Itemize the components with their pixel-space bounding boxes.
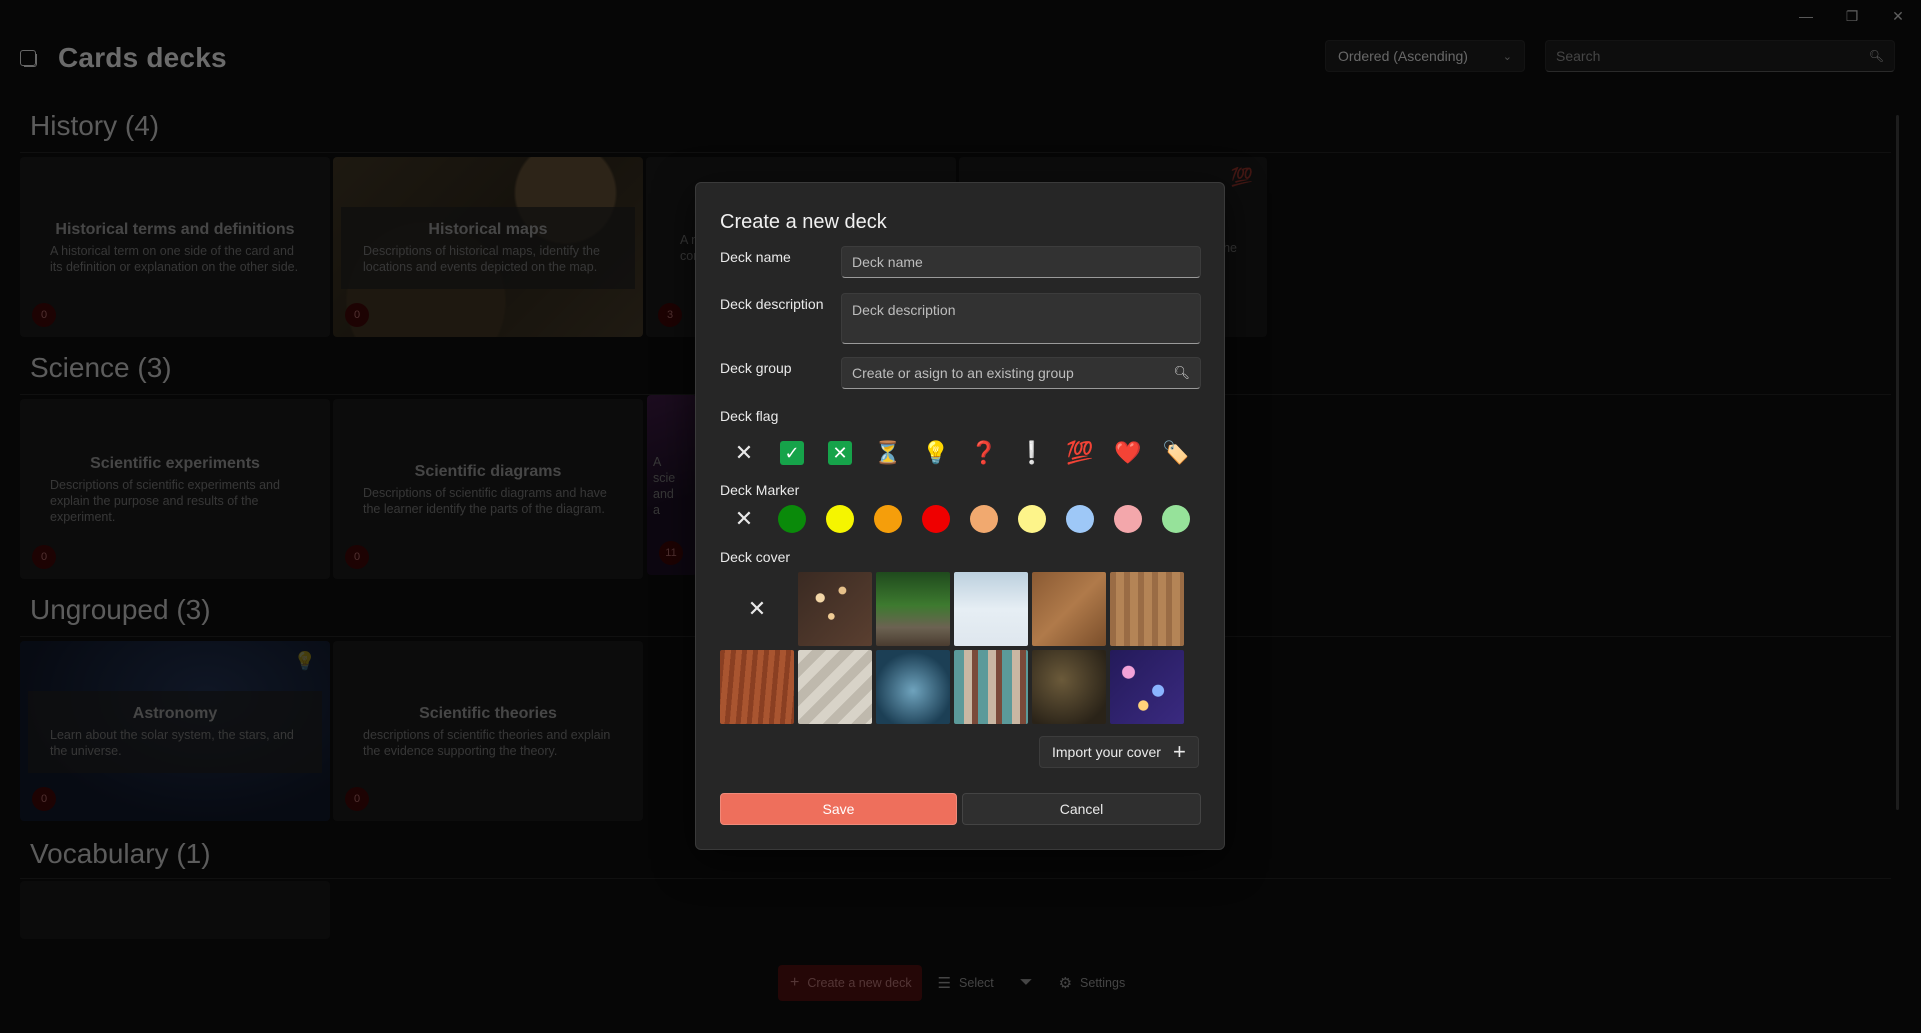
- deck-cover-picker: ✕: [720, 572, 1184, 724]
- no-marker-option[interactable]: ✕: [720, 501, 768, 537]
- no-flag-option[interactable]: ✕: [720, 435, 768, 471]
- color-dot: [970, 505, 998, 533]
- tag-flag-option[interactable]: 🏷️: [1152, 435, 1200, 471]
- deck-description-input[interactable]: Deck description: [841, 293, 1201, 344]
- cover-thumbnail[interactable]: [954, 572, 1028, 646]
- cover-thumbnail[interactable]: [1110, 650, 1184, 724]
- hourglass-icon: ⏳: [874, 440, 902, 465]
- cover-thumbnail[interactable]: [798, 572, 872, 646]
- color-dot: [1066, 505, 1094, 533]
- color-dot: [1114, 505, 1142, 533]
- cancel-button[interactable]: Cancel: [962, 793, 1201, 825]
- color-dot: [1162, 505, 1190, 533]
- save-button[interactable]: Save: [720, 793, 957, 825]
- marker-color-option[interactable]: [816, 501, 864, 537]
- color-dot: [826, 505, 854, 533]
- cover-thumbnail[interactable]: [876, 572, 950, 646]
- cross-mark-icon: ✕: [828, 441, 852, 465]
- deck-description-placeholder: Deck description: [852, 302, 956, 318]
- check-flag-option[interactable]: ✓: [768, 435, 816, 471]
- search-icon: 🔍︎: [1173, 365, 1190, 380]
- exclamation-icon: ❕: [1018, 440, 1046, 465]
- deck-name-placeholder: Deck name: [852, 254, 923, 270]
- deck-cover-label: Deck cover: [720, 549, 791, 565]
- deck-name-label: Deck name: [720, 249, 791, 265]
- color-dot: [922, 505, 950, 533]
- hundred-icon: 💯: [1066, 440, 1094, 465]
- marker-color-option[interactable]: [1104, 501, 1152, 537]
- marker-color-option[interactable]: [768, 501, 816, 537]
- marker-color-option[interactable]: [1008, 501, 1056, 537]
- tag-icon: 🏷️: [1162, 440, 1190, 465]
- deck-flag-picker: ✕ ✓ ✕ ⏳ 💡 ❓ ❕ 💯 ❤️ 🏷️: [720, 435, 1200, 471]
- import-cover-label: Import your cover: [1052, 744, 1161, 760]
- close-icon: ✕: [747, 596, 767, 621]
- deck-flag-label: Deck flag: [720, 408, 779, 424]
- marker-color-option[interactable]: [1056, 501, 1104, 537]
- question-flag-option[interactable]: ❓: [960, 435, 1008, 471]
- import-cover-button[interactable]: Import your cover +: [1039, 736, 1199, 768]
- question-icon: ❓: [970, 440, 998, 465]
- close-icon: ✕: [734, 506, 754, 531]
- deck-marker-label: Deck Marker: [720, 482, 800, 498]
- cover-thumbnail[interactable]: [720, 650, 794, 724]
- hundred-flag-option[interactable]: 💯: [1056, 435, 1104, 471]
- lightbulb-flag-option[interactable]: 💡: [912, 435, 960, 471]
- exclamation-flag-option[interactable]: ❕: [1008, 435, 1056, 471]
- heart-icon: ❤️: [1114, 440, 1142, 465]
- deck-group-label: Deck group: [720, 360, 792, 376]
- color-dot: [1018, 505, 1046, 533]
- close-icon: ✕: [734, 440, 754, 465]
- deck-group-input[interactable]: Create or asign to an existing group 🔍︎: [841, 357, 1201, 389]
- dialog-title: Create a new deck: [720, 211, 887, 233]
- marker-color-option[interactable]: [960, 501, 1008, 537]
- cover-thumbnail[interactable]: [876, 650, 950, 724]
- deck-marker-picker: ✕: [720, 501, 1200, 537]
- check-mark-icon: ✓: [780, 441, 804, 465]
- color-dot: [874, 505, 902, 533]
- cover-thumbnail[interactable]: [1032, 572, 1106, 646]
- lightbulb-icon: 💡: [922, 440, 950, 465]
- marker-color-option[interactable]: [864, 501, 912, 537]
- cross-flag-option[interactable]: ✕: [816, 435, 864, 471]
- cover-thumbnail[interactable]: [1032, 650, 1106, 724]
- deck-group-placeholder: Create or asign to an existing group: [852, 365, 1074, 381]
- marker-color-option[interactable]: [912, 501, 960, 537]
- no-cover-option[interactable]: ✕: [720, 572, 794, 646]
- marker-color-option[interactable]: [1152, 501, 1200, 537]
- cover-thumbnail[interactable]: [1110, 572, 1184, 646]
- hourglass-flag-option[interactable]: ⏳: [864, 435, 912, 471]
- color-dot: [778, 505, 806, 533]
- plus-icon: +: [1172, 739, 1186, 764]
- cover-thumbnail[interactable]: [954, 650, 1028, 724]
- create-deck-dialog: Create a new deck Deck name Deck name De…: [695, 182, 1225, 850]
- deck-name-input[interactable]: Deck name: [841, 246, 1201, 278]
- cover-thumbnail[interactable]: [798, 650, 872, 724]
- deck-description-label: Deck description: [720, 296, 824, 312]
- heart-flag-option[interactable]: ❤️: [1104, 435, 1152, 471]
